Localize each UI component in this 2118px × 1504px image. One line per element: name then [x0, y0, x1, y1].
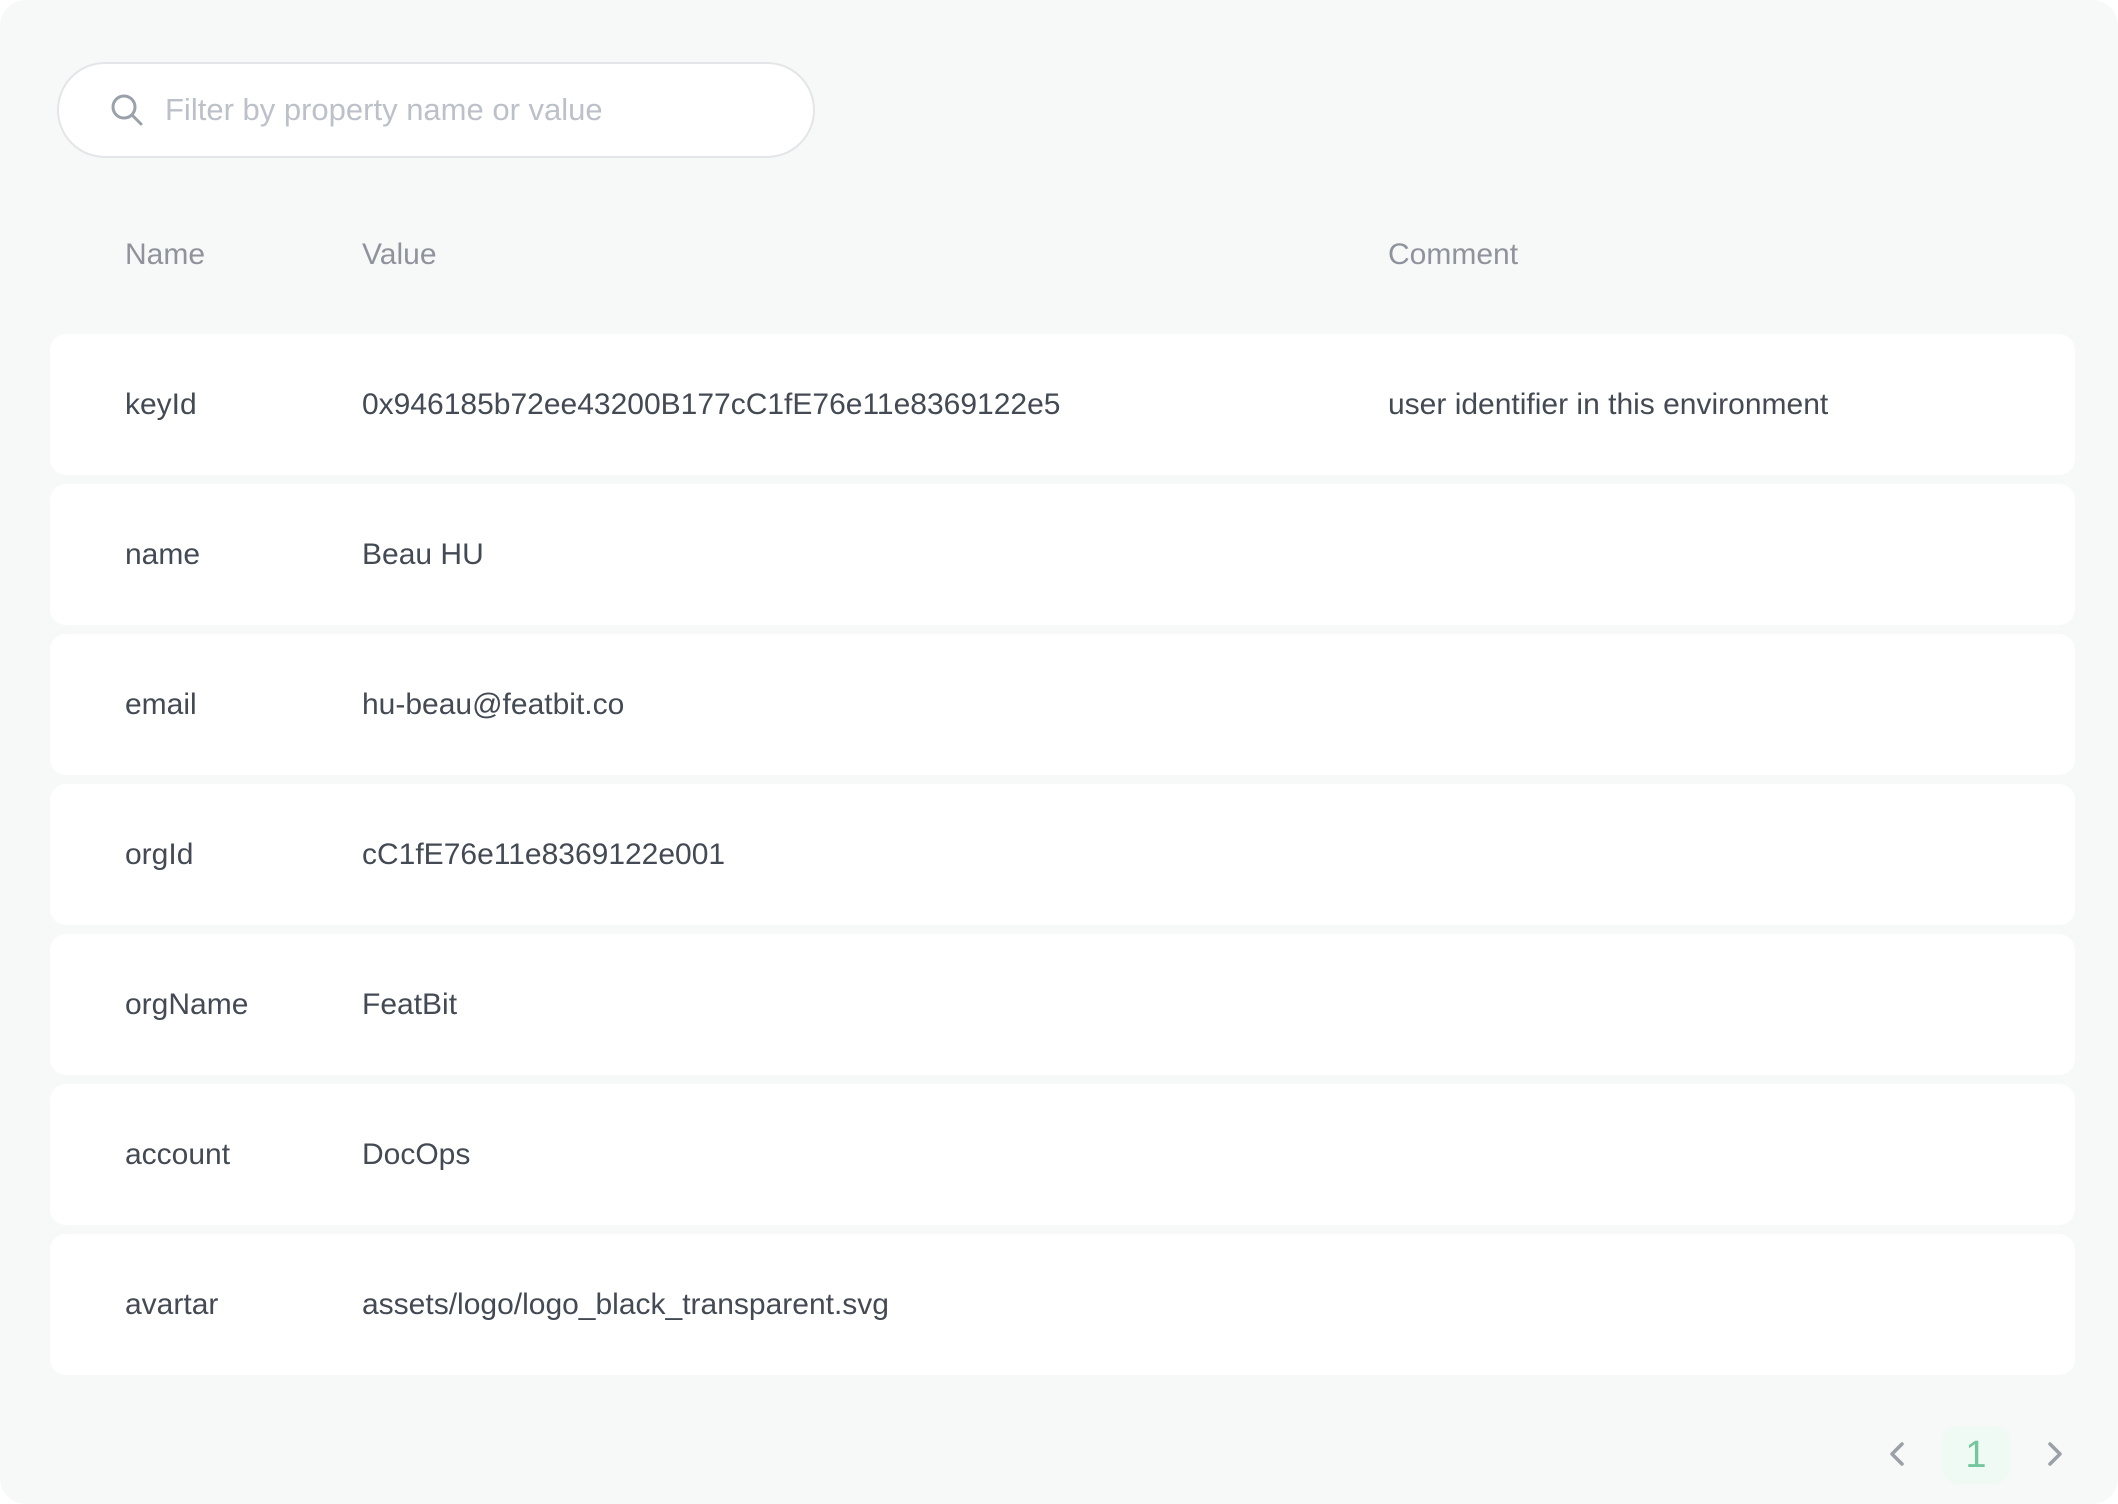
filter-search-box[interactable] — [57, 62, 815, 158]
property-value: hu-beau@featbit.co — [362, 634, 624, 775]
column-header-comment: Comment — [1388, 230, 1518, 280]
property-comment: user identifier in this environment — [1388, 334, 1828, 475]
property-value: assets/logo/logo_black_transparent.svg — [362, 1234, 889, 1375]
column-header-name: Name — [125, 230, 205, 280]
property-value: DocOps — [362, 1084, 470, 1225]
search-icon — [107, 90, 147, 130]
pagination: 1 — [1878, 1424, 2074, 1486]
property-name: orgId — [125, 784, 193, 925]
table-header: Name Value Comment — [50, 230, 2075, 280]
table-row[interactable]: avartar assets/logo/logo_black_transpare… — [50, 1234, 2075, 1375]
property-name: keyId — [125, 334, 197, 475]
chevron-left-icon — [1883, 1439, 1913, 1472]
column-header-value: Value — [362, 230, 437, 280]
table-row[interactable]: name Beau HU — [50, 484, 2075, 625]
next-page-button[interactable] — [2034, 1435, 2074, 1475]
previous-page-button[interactable] — [1878, 1435, 1918, 1475]
table-row[interactable]: account DocOps — [50, 1084, 2075, 1225]
current-page-button[interactable]: 1 — [1942, 1426, 2010, 1484]
property-value: cC1fE76e11e8369122e001 — [362, 784, 725, 925]
property-name: name — [125, 484, 200, 625]
property-rows: keyId 0x946185b72ee43200B177cC1fE76e11e8… — [50, 334, 2075, 1384]
property-name: orgName — [125, 934, 248, 1075]
chevron-right-icon — [2039, 1439, 2069, 1472]
property-name: avartar — [125, 1234, 218, 1375]
table-row[interactable]: orgId cC1fE76e11e8369122e001 — [50, 784, 2075, 925]
filter-search-input[interactable] — [165, 92, 813, 128]
table-row[interactable]: email hu-beau@featbit.co — [50, 634, 2075, 775]
property-value: FeatBit — [362, 934, 457, 1075]
property-value: Beau HU — [362, 484, 484, 625]
property-value: 0x946185b72ee43200B177cC1fE76e11e8369122… — [362, 334, 1060, 475]
table-row[interactable]: orgName FeatBit — [50, 934, 2075, 1075]
property-name: email — [125, 634, 197, 775]
table-row[interactable]: keyId 0x946185b72ee43200B177cC1fE76e11e8… — [50, 334, 2075, 475]
property-name: account — [125, 1084, 230, 1225]
user-properties-page: Name Value Comment keyId 0x946185b72ee43… — [0, 0, 2118, 1504]
